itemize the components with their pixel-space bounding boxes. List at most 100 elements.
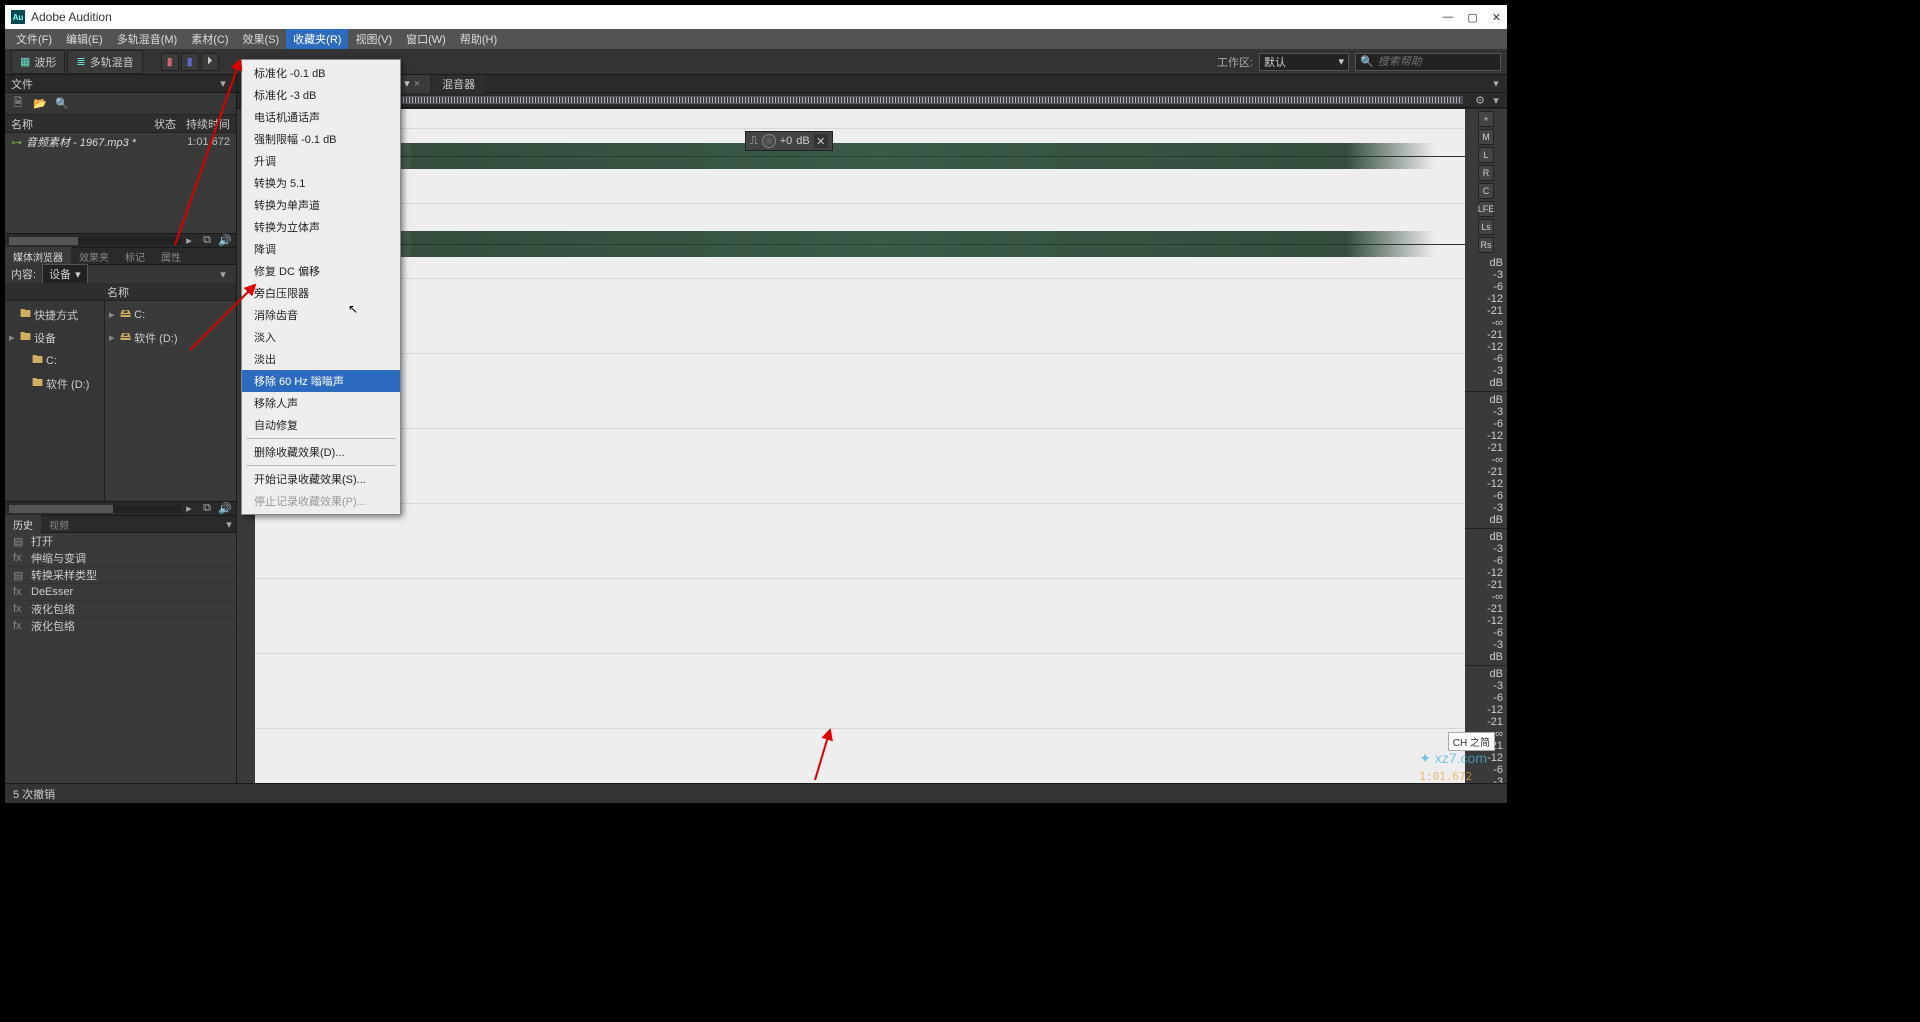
history-row[interactable]: ▤打开 <box>5 533 236 550</box>
dropdown-item[interactable]: 淡入 <box>242 326 400 348</box>
workspace-select[interactable]: 默认▾ <box>1259 53 1349 71</box>
gain-hud[interactable]: ⎍ +0 dB ✕ <box>745 131 833 151</box>
dropdown-item[interactable]: 自动修复 <box>242 414 400 436</box>
channel-badge[interactable]: LFE <box>1478 201 1494 217</box>
tree-item[interactable]: 🖿C: <box>5 349 104 372</box>
dropdown-item[interactable]: 标准化 -0.1 dB <box>242 62 400 84</box>
menu-6[interactable]: 视图(V) <box>348 29 399 49</box>
dropdown-item[interactable]: 降调 <box>242 238 400 260</box>
panel-menu-icon[interactable]: ▾ <box>216 77 230 91</box>
dropdown-item[interactable]: 修复 DC 偏移 <box>242 260 400 282</box>
dropdown-item[interactable]: 删除收藏效果(D)... <box>242 441 400 463</box>
menu-4[interactable]: 效果(S) <box>236 29 287 49</box>
browser-tab[interactable]: 效果夹 <box>71 247 117 266</box>
menu-2[interactable]: 多轨混音(M) <box>110 29 185 49</box>
marquee-tool-icon[interactable]: ▮ <box>181 53 199 71</box>
hud-graph-icon: ⎍ <box>750 135 758 148</box>
dropdown-item[interactable]: 淡出 <box>242 348 400 370</box>
open-file-icon[interactable]: 📂 <box>33 97 47 111</box>
files-col-name[interactable]: 名称 <box>5 116 136 132</box>
dropdown-item[interactable]: 升调 <box>242 150 400 172</box>
waveform-display[interactable]: ⎍ +0 dB ✕ <box>255 109 1465 783</box>
files-col-duration[interactable]: 持续时间 <box>176 116 236 132</box>
content-select[interactable]: 设备▾ <box>42 264 88 284</box>
browser-tab[interactable]: 媒体浏览器 <box>5 247 71 266</box>
channel-badge[interactable]: + <box>1478 111 1494 127</box>
browser-tab[interactable]: 属性 <box>153 247 189 266</box>
dropdown-item[interactable]: 旁白压限器 <box>242 282 400 304</box>
close-hud-icon[interactable]: ✕ <box>814 134 828 148</box>
history-tab[interactable]: 历史 <box>5 515 41 534</box>
channel-badge[interactable]: Rs <box>1478 237 1494 253</box>
nav-menu-icon[interactable]: ▾ <box>1489 93 1503 107</box>
menu-8[interactable]: 帮助(H) <box>453 29 504 49</box>
dropdown-item[interactable]: 消除齿音 <box>242 304 400 326</box>
search-icon: 🔍 <box>1360 55 1374 68</box>
browser-tab[interactable]: 标记 <box>117 247 153 266</box>
menu-5[interactable]: 收藏夹(R) <box>286 29 348 49</box>
maximize-button[interactable]: ▢ <box>1467 11 1477 24</box>
browser-col-name[interactable]: 名称 <box>101 284 236 300</box>
tree-item[interactable]: 🖿快捷方式 <box>5 303 104 326</box>
history-row[interactable]: fx液化包络 <box>5 601 236 618</box>
open-in-editor-icon[interactable]: ⧉ <box>200 502 214 516</box>
menu-1[interactable]: 编辑(E) <box>59 29 110 49</box>
file-row[interactable]: ⊶ 音频素材 - 1967.mp3 * 1:01.672 <box>5 133 236 151</box>
dropdown-item[interactable]: 转换为 5.1 <box>242 172 400 194</box>
speaker-icon[interactable]: 🔊 <box>218 234 232 248</box>
channel-badge[interactable]: M <box>1478 129 1494 145</box>
undo-status: 5 次撤销 <box>13 786 55 802</box>
menu-7[interactable]: 窗口(W) <box>399 29 453 49</box>
channel-badge[interactable]: Ls <box>1478 219 1494 235</box>
gain-knob-icon[interactable] <box>762 134 776 148</box>
channel-badge[interactable]: C <box>1478 183 1494 199</box>
app-logo: Au <box>11 10 25 24</box>
menu-3[interactable]: 素材(C) <box>184 29 235 49</box>
dropdown-item[interactable]: 移除 60 Hz 嗡嗡声 <box>242 370 400 392</box>
waveform-mode-button[interactable]: ▦波形 <box>11 50 65 74</box>
tree-item[interactable]: ▸🖿设备 <box>5 326 104 349</box>
workspace-label: 工作区: <box>1217 54 1253 70</box>
history-tab[interactable]: 视频 <box>41 515 77 534</box>
editor-tab[interactable]: 混音器 <box>432 75 485 94</box>
disk-item[interactable]: ▸🖴C: <box>105 303 236 326</box>
menu-0[interactable]: 文件(F) <box>9 29 59 49</box>
dropdown-item[interactable]: 移除人声 <box>242 392 400 414</box>
help-search[interactable]: 🔍 <box>1355 53 1501 71</box>
time-tool-icon[interactable]: ⏵ <box>201 53 219 71</box>
dropdown-item[interactable]: 标准化 -3 dB <box>242 84 400 106</box>
channel-badge[interactable]: R <box>1478 165 1494 181</box>
dropdown-item[interactable]: 转换为立体声 <box>242 216 400 238</box>
channel-badge[interactable]: L <box>1478 147 1494 163</box>
panel-menu-icon[interactable]: ▾ <box>216 267 230 281</box>
disk-item[interactable]: ▸🖴软件 (D:) <box>105 326 236 349</box>
history-row[interactable]: ▤转换采样类型 <box>5 567 236 584</box>
panel-menu-icon[interactable]: ▾ <box>222 517 236 531</box>
dropdown-item[interactable]: 强制限幅 -0.1 dB <box>242 128 400 150</box>
tree-item[interactable]: 🖿软件 (D:) <box>5 372 104 395</box>
minimize-button[interactable]: — <box>1442 11 1453 24</box>
open-in-editor-icon[interactable]: ⧉ <box>200 234 214 248</box>
zoom-nav-icon[interactable]: ⚙ <box>1473 93 1487 107</box>
help-search-input[interactable] <box>1378 56 1496 68</box>
dropdown-item[interactable]: 开始记录收藏效果(S)... <box>242 468 400 490</box>
multitrack-mode-button[interactable]: ≣多轨混音 <box>67 50 142 74</box>
dropdown-item[interactable]: 转换为单声道 <box>242 194 400 216</box>
dropdown-item[interactable]: 电话机通话声 <box>242 106 400 128</box>
history-row[interactable]: fx伸缩与变调 <box>5 550 236 567</box>
close-button[interactable]: ✕ <box>1492 11 1501 24</box>
new-file-icon[interactable]: 🗎 <box>11 97 25 111</box>
history-tabs: 历史视频 ▾ <box>5 515 236 533</box>
titlebar: Au Adobe Audition — ▢ ✕ <box>5 5 1507 29</box>
filter-icon[interactable]: 🔍 <box>55 97 69 111</box>
menubar: 文件(F)编辑(E)多轨混音(M)素材(C)效果(S)收藏夹(R)视图(V)窗口… <box>5 29 1507 49</box>
hand-tool-icon[interactable]: ▮ <box>161 53 179 71</box>
panel-menu-icon[interactable]: ▾ <box>1489 77 1503 91</box>
files-col-status[interactable]: 状态 <box>136 116 176 132</box>
autoplay-icon[interactable]: 🔊 <box>218 502 232 516</box>
history-row[interactable]: fxDeEsser <box>5 584 236 601</box>
navigator-waveform[interactable] <box>243 96 1463 104</box>
play-preview-icon[interactable]: ▸ <box>182 234 196 248</box>
history-row[interactable]: fx液化包络 <box>5 618 236 635</box>
play-preview-icon[interactable]: ▸ <box>182 502 196 516</box>
